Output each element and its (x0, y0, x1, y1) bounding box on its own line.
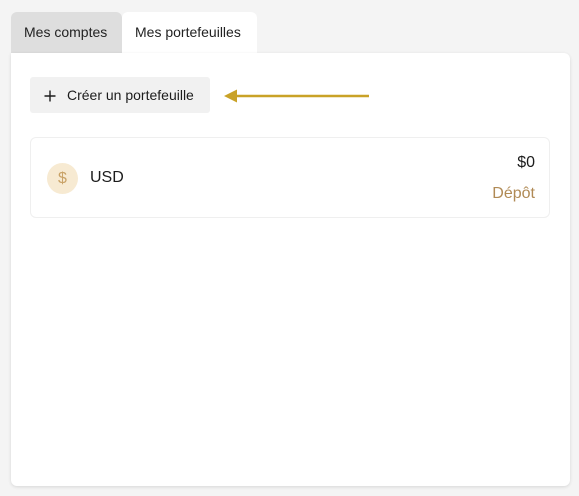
wallet-currency: USD (90, 169, 124, 186)
wallet-balance: $0 (517, 154, 535, 171)
dollar-coin-icon: $ (47, 163, 78, 194)
wallet-card-usd[interactable]: $ USD $0 Dépôt (30, 137, 550, 218)
create-wallet-label: Créer un portefeuille (67, 87, 194, 103)
plus-icon (44, 89, 56, 102)
tab-bar: Mes comptes Mes portefeuilles (11, 12, 257, 53)
create-wallet-button[interactable]: Créer un portefeuille (30, 77, 210, 113)
wallets-panel: Créer un portefeuille $ USD $0 Dépôt (11, 53, 570, 486)
annotation-arrow-icon (224, 89, 369, 103)
tab-mes-portefeuilles[interactable]: Mes portefeuilles (122, 12, 257, 53)
tab-mes-comptes[interactable]: Mes comptes (11, 12, 122, 53)
deposit-link[interactable]: Dépôt (492, 185, 535, 203)
